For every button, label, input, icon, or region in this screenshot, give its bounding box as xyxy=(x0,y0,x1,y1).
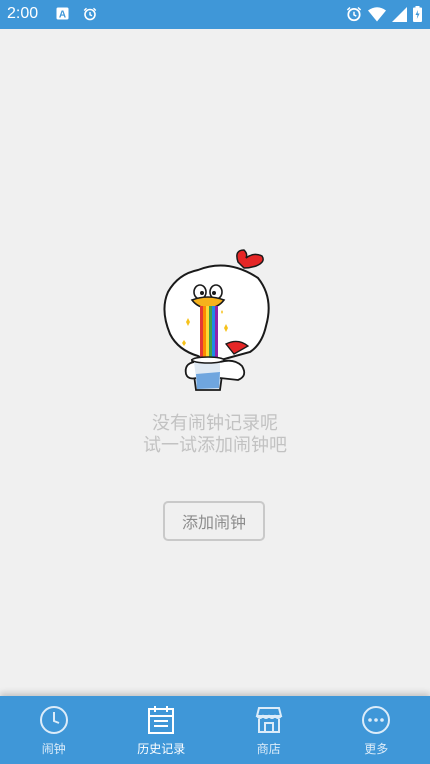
nav-item-store[interactable]: 商店 xyxy=(215,696,323,764)
empty-message-line1: 没有闹钟记录呢 xyxy=(152,413,278,434)
status-left-icons: A xyxy=(56,7,97,21)
status-right-icons xyxy=(346,6,422,22)
nav-label-alarm: 闹钟 xyxy=(41,742,66,756)
signal-icon xyxy=(392,6,407,22)
nav-item-alarm[interactable]: 闹钟 xyxy=(0,696,108,764)
battery-icon xyxy=(413,6,422,22)
empty-message-line2: 试一试添加闹钟吧 xyxy=(143,435,287,456)
nav-label-store: 商店 xyxy=(256,742,281,756)
store-icon xyxy=(253,704,285,736)
nav-item-more[interactable]: 更多 xyxy=(323,696,430,764)
alarm-icon xyxy=(346,6,362,22)
svg-text:A: A xyxy=(59,10,66,21)
chicken-rainbow-cup-illustration xyxy=(158,248,270,393)
empty-message: 没有闹钟记录呢 试一试添加闹钟吧 xyxy=(0,413,430,457)
add-alarm-button[interactable]: 添加闹钟 xyxy=(163,501,265,541)
wifi-icon xyxy=(368,6,386,22)
nav-label-more: 更多 xyxy=(364,742,389,756)
app-screen: 2:00 A 没有闹钟记录呢 试一试添加闹钟吧 添加闹钟 闹钟 历史记录 商店 … xyxy=(0,0,430,764)
status-time: 2:00 xyxy=(7,5,39,22)
status-bar: 2:00 A xyxy=(0,0,430,29)
alarm-icon xyxy=(83,7,97,21)
history-content: 没有闹钟记录呢 试一试添加闹钟吧 添加闹钟 xyxy=(0,29,430,696)
nav-item-history[interactable]: 历史记录 xyxy=(108,696,216,764)
text-a-icon: A xyxy=(56,7,69,21)
clock-icon xyxy=(38,704,70,736)
bottom-nav: 闹钟 历史记录 商店 更多 xyxy=(0,696,430,764)
more-dots-icon xyxy=(360,704,392,736)
calendar-history-icon xyxy=(145,704,177,736)
nav-label-history: 历史记录 xyxy=(137,742,186,756)
